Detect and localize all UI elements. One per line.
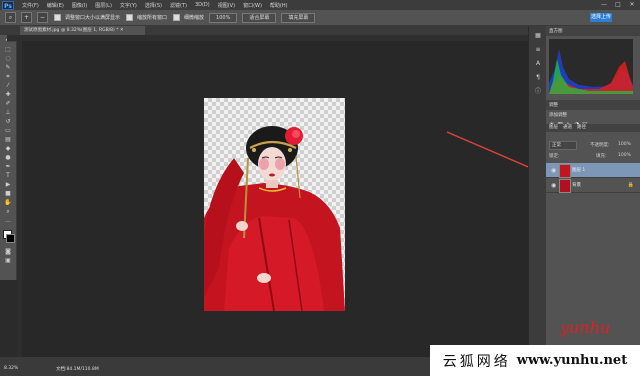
marquee-tool-icon[interactable]: ⬚ xyxy=(4,47,12,53)
zoom-100-button[interactable]: 100% xyxy=(209,12,238,23)
quick-mask-icon[interactable]: ◙ xyxy=(4,249,12,255)
zoom-all-checkbox[interactable] xyxy=(126,14,134,21)
background-color-swatch[interactable] xyxy=(6,234,15,243)
tab-paths[interactable]: 路径 xyxy=(577,124,586,132)
annotation-arrow xyxy=(446,131,528,168)
hand-tool-icon[interactable]: ✋ xyxy=(4,200,12,206)
gradient-tool-icon[interactable]: ▤ xyxy=(4,137,12,143)
menu-bar: Ps 文件(F) 编辑(E) 图像(I) 图层(L) 文字(Y) 选择(S) 滤… xyxy=(0,0,640,10)
add-adjustment-label: 添加调整 xyxy=(549,113,567,118)
zoom-readout[interactable]: 8.32% xyxy=(4,366,18,371)
fill-label: 填充: xyxy=(596,154,607,159)
quick-select-tool-icon[interactable]: ✎ xyxy=(4,65,12,71)
histogram-graph xyxy=(549,39,633,94)
histogram-svg xyxy=(549,49,633,94)
fill-screen-button[interactable]: 填充屏幕 xyxy=(281,12,316,23)
document-size: 文档:84.1M/110.8M xyxy=(56,367,99,372)
menu-select[interactable]: 选择(S) xyxy=(145,2,162,9)
layers-list: ◉ 图层 1 ◉ 背景 🔒 xyxy=(546,163,640,193)
color-swatches[interactable] xyxy=(0,230,16,246)
eraser-tool-icon[interactable]: ▭ xyxy=(4,128,12,134)
layer-thumbnail xyxy=(559,164,571,178)
menu-file[interactable]: 文件(F) xyxy=(22,2,39,9)
menu-help[interactable]: 帮助(H) xyxy=(270,2,288,9)
opacity-value[interactable]: 100% xyxy=(618,142,631,147)
paragraph-panel-icon[interactable]: ¶ xyxy=(534,74,542,82)
layer-row-background[interactable]: ◉ 背景 🔒 xyxy=(546,178,640,193)
menu-image[interactable]: 图像(I) xyxy=(72,2,87,9)
history-brush-tool-icon[interactable]: ↺ xyxy=(4,119,12,125)
resize-windows-checkbox[interactable] xyxy=(54,14,61,21)
scrubby-zoom-checkbox[interactable] xyxy=(173,14,181,21)
zoom-in-icon[interactable]: + xyxy=(21,12,32,23)
pen-tool-icon[interactable]: ✒ xyxy=(4,164,12,170)
blend-mode-select[interactable]: 正常 xyxy=(549,141,577,150)
window-controls: — □ ✕ xyxy=(599,1,637,9)
layer-thumbnail xyxy=(559,179,571,193)
document-tab-bar: 测试原图素材.jpg @ 8.32%(图层 1, RGB/8) * ✕ xyxy=(0,26,528,35)
lock-icon: 🔒 xyxy=(627,182,634,188)
layer-row-layer-1[interactable]: ◉ 图层 1 xyxy=(546,163,640,178)
layer-name: 图层 1 xyxy=(572,168,586,173)
shape-tool-icon[interactable]: ■ xyxy=(4,191,12,197)
character-panel-icon[interactable]: A xyxy=(534,60,542,68)
blur-tool-icon[interactable]: ◆ xyxy=(4,146,12,152)
type-tool-icon[interactable]: T xyxy=(4,173,12,179)
opacity-label: 不透明度: xyxy=(590,143,610,148)
watermark-banner: 云狐网络 www.yunhu.net xyxy=(430,345,640,376)
menu-edit[interactable]: 编辑(E) xyxy=(47,2,64,9)
fit-screen-button[interactable]: 适合屏幕 xyxy=(242,12,277,23)
watermark-logo: yunhu xyxy=(560,318,611,337)
maximize-button[interactable]: □ xyxy=(613,1,623,9)
healing-brush-tool-icon[interactable]: ✚ xyxy=(4,92,12,98)
menu-layer[interactable]: 图层(L) xyxy=(95,2,112,9)
menu-window[interactable]: 窗口(W) xyxy=(243,2,262,9)
histogram-tab[interactable]: 直方图 xyxy=(549,29,563,34)
eyedropper-tool-icon[interactable]: ⁄ xyxy=(4,83,12,89)
zoom-out-icon[interactable]: − xyxy=(37,12,48,23)
watermark-url: www.yunhu.net xyxy=(516,353,628,368)
photoshop-logo: Ps xyxy=(2,0,14,10)
layer-name: 背景 xyxy=(572,183,581,188)
clone-stamp-tool-icon[interactable]: ⊥ xyxy=(4,110,12,116)
properties-panel-icon[interactable]: ≡ xyxy=(534,46,542,54)
lasso-tool-icon[interactable]: ◌ xyxy=(4,56,12,62)
watermark-chinese-text: 云狐网络 xyxy=(442,353,511,370)
scrubby-zoom-label: 细微缩放 xyxy=(184,15,205,21)
visibility-eye-icon[interactable]: ◉ xyxy=(551,182,556,189)
crop-tool-icon[interactable]: ⌗ xyxy=(4,74,12,80)
tools-panel: ✥ ⬚ ◌ ✎ ⌗ ⁄ ✚ ✐ ⊥ ↺ ▭ ▤ ◆ ● ✒ T ▶ ■ ✋ ⌕ … xyxy=(0,35,17,280)
menu-type[interactable]: 文字(Y) xyxy=(120,2,137,9)
document-tab[interactable]: 测试原图素材.jpg @ 8.32%(图层 1, RGB/8) * ✕ xyxy=(20,26,145,35)
tab-layers[interactable]: 图层 xyxy=(549,124,558,132)
share-button[interactable]: 选择上传 xyxy=(590,13,612,22)
adjustments-tab[interactable]: 调整 xyxy=(549,103,558,108)
menu-filter[interactable]: 滤镜(T) xyxy=(170,2,187,9)
dodge-tool-icon[interactable]: ● xyxy=(4,155,12,161)
history-panel-icon[interactable]: ▦ xyxy=(534,32,542,40)
path-select-tool-icon[interactable]: ▶ xyxy=(4,182,12,188)
menu-3d[interactable]: 3D(D) xyxy=(195,2,210,8)
zoom-all-label: 缩放所有窗口 xyxy=(137,15,168,21)
more-tools-icon[interactable]: … xyxy=(4,218,12,224)
menu-view[interactable]: 视图(V) xyxy=(218,2,235,9)
collapsed-panel-strip: ▦ ≡ A ¶ ⓘ xyxy=(528,26,547,376)
minimize-button[interactable]: — xyxy=(599,1,609,9)
options-bar: ⌕ + − 调整窗口大小以满屏显示 缩放所有窗口 细微缩放 100% 适合屏幕 … xyxy=(0,10,640,26)
close-button[interactable]: ✕ xyxy=(627,1,637,9)
zoom-tool-icon[interactable]: ⌕ xyxy=(4,209,12,215)
zoom-tool-icon[interactable]: ⌕ xyxy=(5,12,16,23)
brush-tool-icon[interactable]: ✐ xyxy=(4,101,12,107)
resize-windows-label: 调整窗口大小以满屏显示 xyxy=(65,15,121,21)
fill-value[interactable]: 100% xyxy=(618,153,631,158)
lock-label: 锁定: xyxy=(549,154,560,159)
screen-mode-icon[interactable]: ▣ xyxy=(4,258,12,264)
canvas-area[interactable] xyxy=(22,41,528,357)
visibility-eye-icon[interactable]: ◉ xyxy=(551,167,556,174)
info-panel-icon[interactable]: ⓘ xyxy=(534,88,542,96)
tab-channels[interactable]: 通道 xyxy=(563,124,572,132)
